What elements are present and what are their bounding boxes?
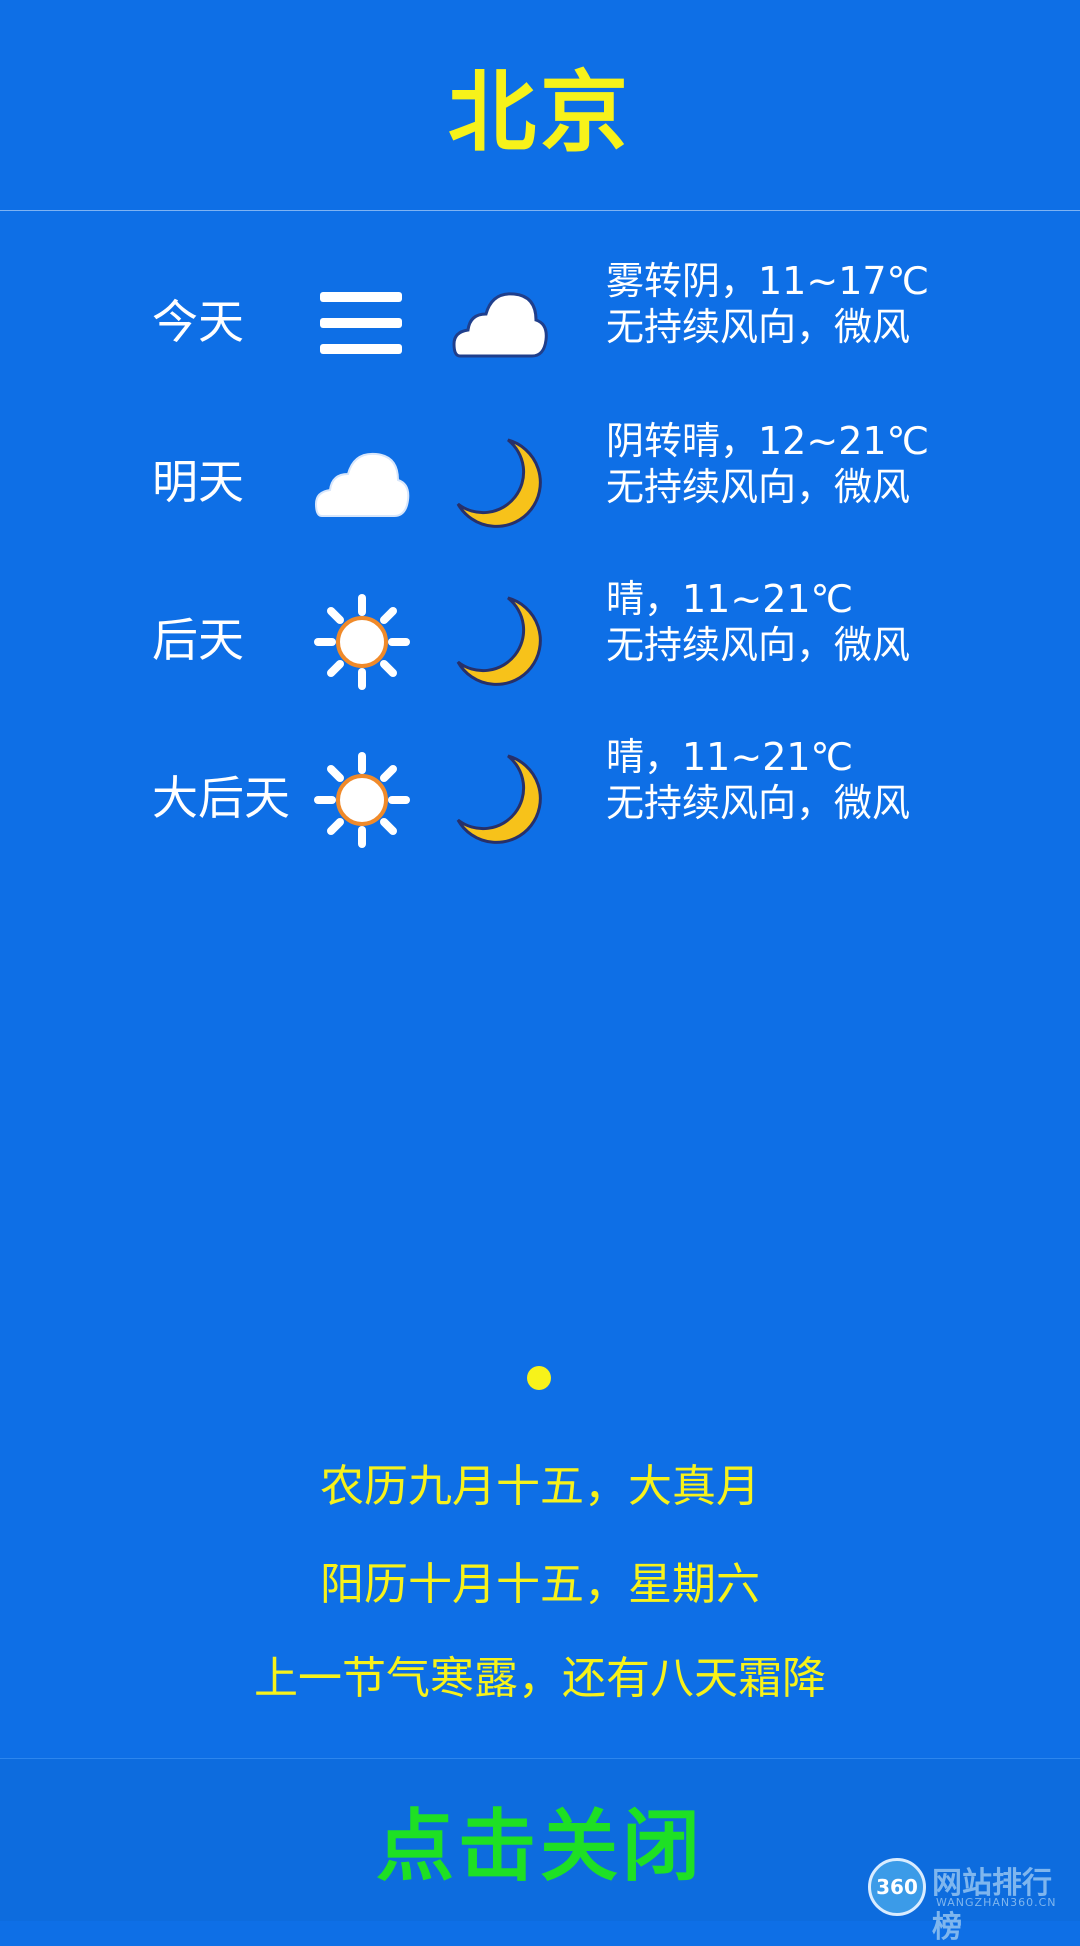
watermark-subtitle: WANGZHAN360.CN bbox=[936, 1896, 1057, 1909]
forecast-desc: 雾转阴，11~17℃ 无持续风向，微风 bbox=[606, 258, 929, 350]
solar-date: 阳历十月十五，星期六 bbox=[320, 1559, 760, 1610]
watermark-badge: 360 bbox=[868, 1858, 926, 1916]
lunar-date: 农历九月十五，大真月 bbox=[320, 1461, 760, 1512]
weather-line: 阴转晴，12~21℃ bbox=[606, 419, 930, 463]
day-label: 明天 bbox=[152, 455, 244, 509]
weather-line: 晴，11~21℃ bbox=[606, 735, 854, 779]
close-button[interactable]: 点击关闭 bbox=[376, 1784, 704, 1896]
cloud-icon bbox=[314, 452, 410, 517]
forecast-row-day-after: 后天 晴，11~21℃ 无持续风向，微风 bbox=[0, 576, 1080, 696]
wind-line: 无持续风向，微风 bbox=[606, 623, 911, 667]
forecast-row-today: 今天 雾转阴，11~17℃ 无持续风向，微风 bbox=[0, 258, 1080, 378]
day-label: 今天 bbox=[152, 295, 244, 349]
weather-line: 晴，11~21℃ bbox=[606, 577, 854, 621]
day-label: 大后天 bbox=[152, 771, 290, 825]
forecast-desc: 阴转晴，12~21℃ 无持续风向，微风 bbox=[606, 418, 929, 510]
wind-line: 无持续风向，微风 bbox=[606, 305, 911, 349]
page-indicator-dot bbox=[527, 1366, 551, 1390]
fog-icon bbox=[320, 292, 402, 354]
moon-icon bbox=[456, 596, 542, 686]
city-title: 北京 bbox=[447, 60, 632, 164]
day-label: 后天 bbox=[152, 613, 244, 667]
solar-term-info: 上一节气寒露，还有八天霜降 bbox=[254, 1653, 826, 1704]
watermark-logo: 360 网站排行榜 WANGZHAN360.CN bbox=[868, 1856, 1074, 1945]
header-bar: 北京 bbox=[0, 0, 1080, 211]
forecast-row-third-day: 大后天 晴，11~21℃ 无持续风向，微风 bbox=[0, 734, 1080, 854]
forecast-row-tomorrow: 明天 阴转晴，12~21℃ 无持续风向，微风 bbox=[0, 418, 1080, 538]
sun-icon bbox=[314, 752, 410, 848]
forecast-desc: 晴，11~21℃ 无持续风向，微风 bbox=[606, 734, 910, 826]
weather-line: 雾转阴，11~17℃ bbox=[606, 259, 930, 303]
sun-icon bbox=[314, 594, 410, 690]
moon-icon bbox=[456, 754, 542, 844]
cloud-icon bbox=[452, 292, 548, 358]
wind-line: 无持续风向，微风 bbox=[606, 781, 911, 825]
forecast-desc: 晴，11~21℃ 无持续风向，微风 bbox=[606, 576, 910, 668]
wind-line: 无持续风向，微风 bbox=[606, 465, 911, 509]
moon-icon bbox=[456, 438, 542, 528]
